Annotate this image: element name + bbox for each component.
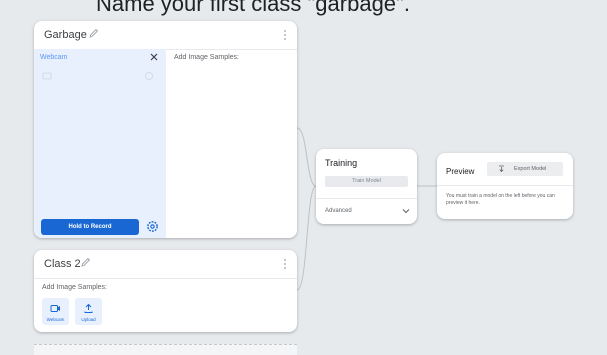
samples-label: Add Image Samples:	[42, 284, 107, 291]
chevron-down-icon[interactable]	[401, 206, 411, 216]
advanced-toggle[interactable]: Advanced	[325, 208, 352, 214]
pencil-icon[interactable]	[80, 256, 92, 268]
webcam-icon	[50, 305, 60, 312]
export-icon	[499, 165, 504, 172]
preview-title: Preview	[446, 167, 475, 176]
upload-icon	[84, 303, 93, 313]
camera-flip-icon[interactable]	[42, 71, 52, 81]
pencil-icon[interactable]	[88, 27, 100, 39]
webcam-button[interactable]: Webcam	[42, 298, 69, 325]
class-card-class-2: Class 2 Add Image Samples: Webcam Upload	[34, 250, 297, 332]
webcam-panel: Webcam Hold to Record	[34, 49, 166, 238]
samples-label: Add Image Samples:	[174, 54, 239, 61]
export-model-button[interactable]: Export Model	[487, 162, 563, 176]
crop-icon[interactable]	[144, 71, 154, 81]
training-title: Training	[325, 158, 358, 168]
export-model-label: Export Model	[514, 166, 547, 172]
webcam-label: Webcam	[40, 54, 68, 61]
kebab-menu-icon[interactable]	[283, 28, 287, 42]
divider	[437, 185, 573, 186]
preview-card: Preview Export Model You must train a mo…	[437, 153, 573, 219]
upload-button-label: Upload	[81, 317, 96, 322]
training-card: Training Train Model Advanced	[316, 149, 417, 224]
add-class-button[interactable]	[34, 344, 297, 355]
class-name[interactable]: Class 2	[44, 258, 81, 270]
upload-button[interactable]: Upload	[75, 298, 102, 325]
class-card-header: Garbage	[34, 21, 297, 50]
kebab-menu-icon[interactable]	[283, 257, 287, 271]
class-card-garbage: Garbage Webcam Hold to Record Add Image …	[34, 21, 297, 238]
close-icon[interactable]	[149, 52, 159, 62]
train-model-button[interactable]: Train Model	[325, 176, 408, 187]
preview-message: You must train a model on the left befor…	[446, 193, 555, 206]
hold-to-record-button[interactable]: Hold to Record	[41, 219, 139, 235]
class-name[interactable]: Garbage	[44, 29, 87, 41]
divider	[316, 198, 417, 199]
class-card-header: Class 2	[34, 250, 297, 279]
settings-icon[interactable]	[146, 220, 159, 233]
webcam-button-label: Webcam	[46, 317, 65, 322]
